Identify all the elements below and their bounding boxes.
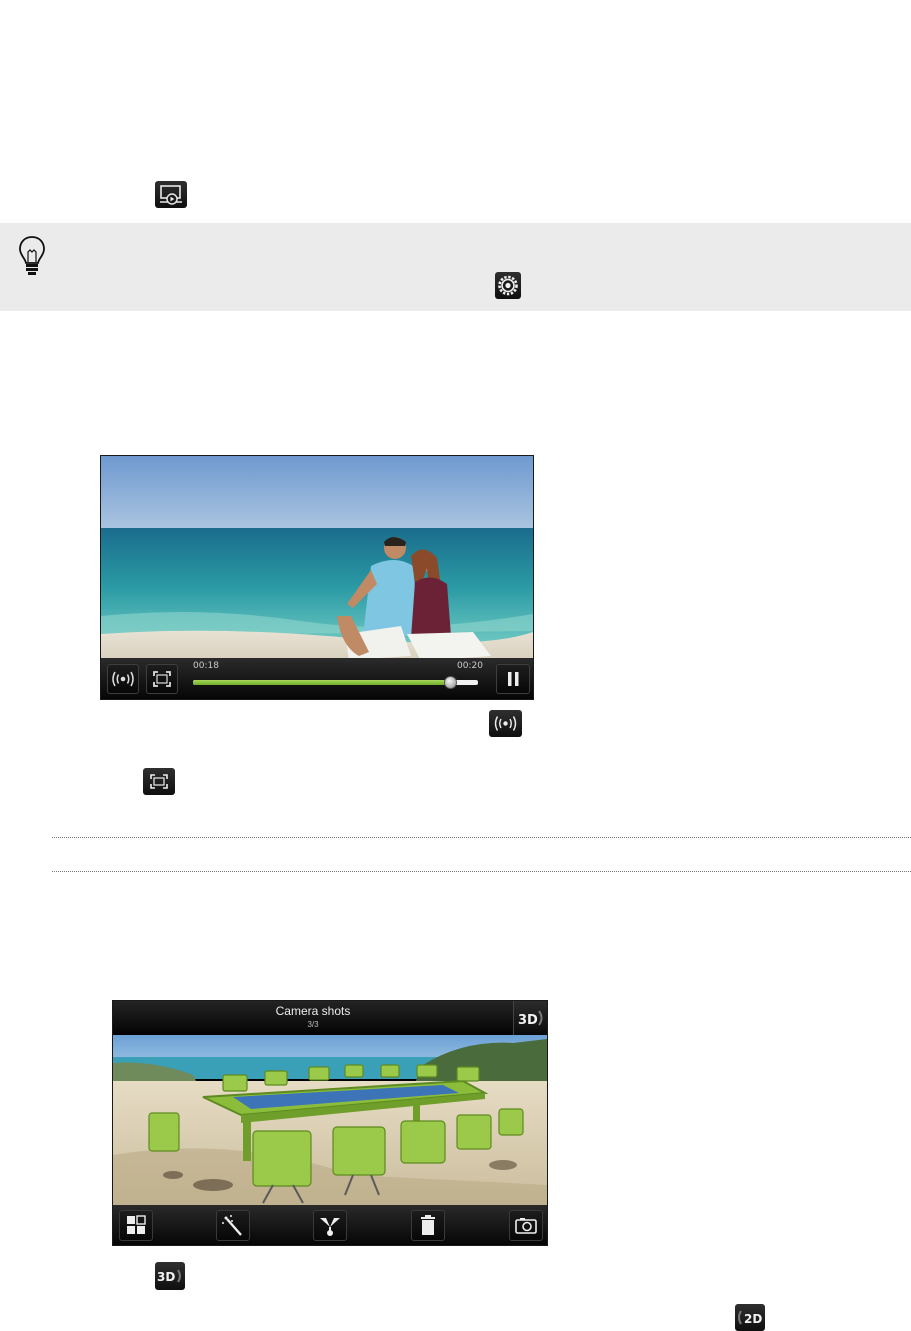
section-divider-top <box>52 837 911 838</box>
3d-mode-label: 3D <box>518 1013 538 1028</box>
settings-gear-icon <box>495 272 521 299</box>
video-controls-bar: 00:18 00:20 <box>101 658 533 699</box>
gallery-viewer[interactable]: Camera shots 3/3 3D <box>112 1000 548 1246</box>
grid-view-icon <box>127 1215 146 1234</box>
share-icon <box>320 1218 340 1236</box>
broadcast-button[interactable] <box>107 664 139 694</box>
slideshow-play-icon <box>155 181 187 208</box>
tip-panel <box>0 223 911 311</box>
fullscreen-button[interactable] <box>146 664 178 694</box>
edit-effects-button[interactable] <box>216 1210 250 1241</box>
3d-mode-icon: 3D <box>518 1010 543 1028</box>
grid-view-button[interactable] <box>119 1210 153 1241</box>
pause-button[interactable] <box>496 664 530 694</box>
3d-mode-icon: 3D <box>155 1262 185 1290</box>
broadcast-icon <box>112 671 134 687</box>
lightbulb-icon <box>18 235 46 282</box>
fullscreen-icon <box>143 768 175 795</box>
delete-button[interactable] <box>411 1210 445 1241</box>
seek-bar-progress <box>193 680 450 685</box>
3d-mode-button[interactable]: 3D <box>513 1001 547 1035</box>
elapsed-time: 00:18 <box>193 661 219 671</box>
total-duration: 00:20 <box>457 661 483 671</box>
seek-bar[interactable] <box>193 676 478 689</box>
2d-badge-label: 2D <box>744 1312 762 1326</box>
2d-mode-icon: 2D <box>735 1304 765 1331</box>
trash-icon <box>421 1215 435 1235</box>
gallery-title-bar: Camera shots 3/3 <box>113 1001 513 1035</box>
broadcast-icon <box>489 710 522 737</box>
video-player[interactable]: 00:18 00:20 <box>100 455 534 700</box>
gallery-toolbar <box>113 1205 547 1245</box>
album-title: Camera shots <box>275 1004 351 1018</box>
fullscreen-icon <box>153 671 171 687</box>
section-divider-bottom <box>52 871 911 872</box>
camera-icon <box>515 1218 537 1234</box>
gallery-photo <box>113 1035 547 1205</box>
magic-wand-icon <box>222 1215 242 1236</box>
pause-icon <box>508 672 519 686</box>
3d-badge-label: 3D <box>157 1270 175 1284</box>
photo-counter: 3/3 <box>307 1020 319 1029</box>
share-button[interactable] <box>313 1210 347 1241</box>
seek-handle[interactable] <box>444 676 457 689</box>
camera-button[interactable] <box>509 1210 543 1241</box>
